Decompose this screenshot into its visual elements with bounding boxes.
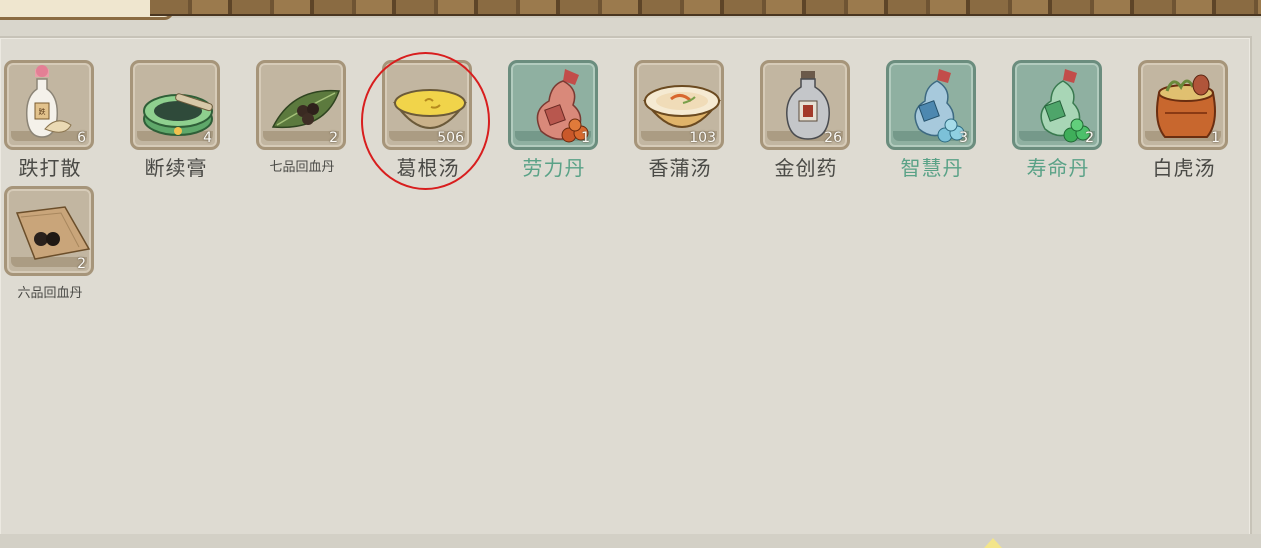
item-name: 香蒲汤 [648,156,712,180]
item-name: 智慧丹 [900,156,964,180]
item-count: 6 [77,130,86,146]
item-name: 七品回血丹 [269,160,335,175]
inventory-slot-duanxu-gao[interactable]: 4 断续膏 [126,60,220,180]
panel-bottom-strip [0,534,1261,548]
inventory-panel: 跌 6 跌打散 4 断续膏 2 七品回血丹 506 葛根汤 1 劳力丹 103 … [0,36,1252,538]
inventory-slot-zhihui-dan[interactable]: 3 智慧丹 [882,60,976,180]
item-count: 1 [581,130,590,146]
inventory-slot-dieda-san[interactable]: 跌 6 跌打散 [0,60,94,180]
wooden-roof-planks [150,0,1261,16]
roof-strip [0,0,1261,20]
item-name: 六品回血丹 [17,286,83,301]
item-count: 26 [824,130,842,146]
item-name: 寿命丹 [1026,156,1090,180]
item-name: 白虎汤 [1152,156,1216,180]
inventory-slot-xiangpu-tang[interactable]: 103 香蒲汤 [630,60,724,180]
item-count: 2 [77,256,86,272]
item-name: 跌打散 [18,156,82,180]
inventory-slot-qipin-huixue-dan[interactable]: 2 七品回血丹 [252,60,346,175]
item-name: 葛根汤 [396,156,460,180]
inventory-slot-jinchuang-yao[interactable]: 26 金创药 [756,60,850,180]
corner-tab[interactable] [0,0,174,20]
item-count: 3 [959,130,968,146]
item-count: 1 [1211,130,1220,146]
item-name: 断续膏 [144,156,208,180]
item-name: 金创药 [774,156,838,180]
item-count: 506 [437,130,464,146]
inventory-slot-shouming-dan[interactable]: 2 寿命丹 [1008,60,1102,180]
item-count: 2 [329,130,338,146]
item-count: 103 [689,130,716,146]
inventory-slot-gegen-tang[interactable]: 506 葛根汤 [378,60,472,180]
svg-text:跌: 跌 [39,107,46,116]
item-count: 2 [1085,130,1094,146]
sparkle-icon [984,538,1002,548]
inventory-slot-baihu-tang[interactable]: 1 白虎汤 [1134,60,1228,180]
item-count: 4 [203,130,212,146]
inventory-slot-liupin-huixue-dan[interactable]: 2 六品回血丹 [0,186,94,301]
item-name: 劳力丹 [522,156,586,180]
inventory-slot-laoli-dan[interactable]: 1 劳力丹 [504,60,598,180]
